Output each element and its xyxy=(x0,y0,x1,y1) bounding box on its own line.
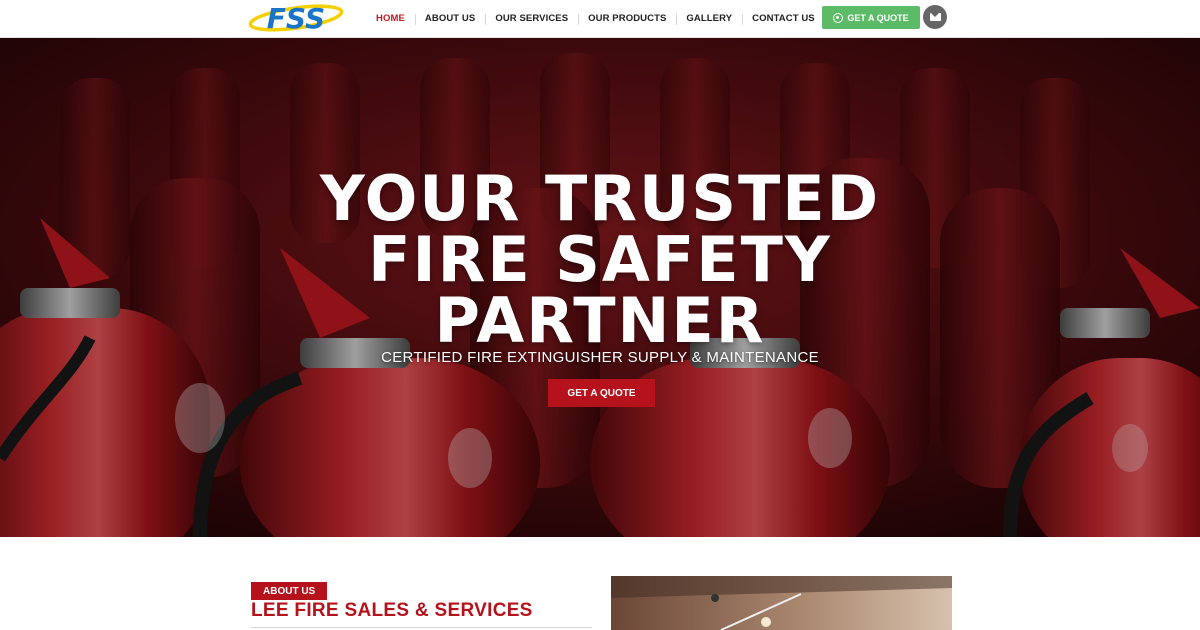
site-header: FSS HOME ABOUT US OUR SERVICES OUR PRODU… xyxy=(0,0,1200,38)
about-title: LEE FIRE SALES & SERVICES xyxy=(251,600,533,621)
hero-subtitle: CERTIFIED FIRE EXTINGUISHER SUPPLY & MAI… xyxy=(381,349,819,366)
header-quote-button[interactable]: GET A QUOTE xyxy=(822,6,920,29)
about-image xyxy=(611,576,952,630)
about-divider xyxy=(251,627,592,628)
envelope-icon xyxy=(929,13,941,21)
nav-home[interactable]: HOME xyxy=(366,13,415,24)
nav-contact-us[interactable]: CONTACT US xyxy=(742,13,825,25)
hero-quote-button[interactable]: GET A QUOTE xyxy=(548,379,655,407)
hero-section: YOUR TRUSTED FIRE SAFETY PARTNER CERTIFI… xyxy=(0,38,1200,537)
main-nav: HOME ABOUT US OUR SERVICES OUR PRODUCTS … xyxy=(366,0,825,36)
hero-title: YOUR TRUSTED FIRE SAFETY PARTNER xyxy=(200,162,1000,357)
hero-title-line-1: YOUR TRUSTED xyxy=(319,162,881,235)
hero-title-line-3: PARTNER xyxy=(434,284,766,357)
hero-title-line-2: FIRE SAFETY xyxy=(368,223,832,296)
logo-text: FSS xyxy=(267,2,325,34)
about-badge: ABOUT US xyxy=(251,582,328,600)
fss-logo[interactable]: FSS xyxy=(248,2,344,34)
nav-our-products[interactable]: OUR PRODUCTS xyxy=(578,13,676,25)
whatsapp-icon xyxy=(833,12,844,23)
email-button[interactable] xyxy=(923,5,947,29)
nav-gallery[interactable]: GALLERY xyxy=(676,13,742,25)
header-quote-label: GET A QUOTE xyxy=(847,12,909,23)
nav-our-services[interactable]: OUR SERVICES xyxy=(485,13,578,25)
nav-about-us[interactable]: ABOUT US xyxy=(414,13,485,25)
